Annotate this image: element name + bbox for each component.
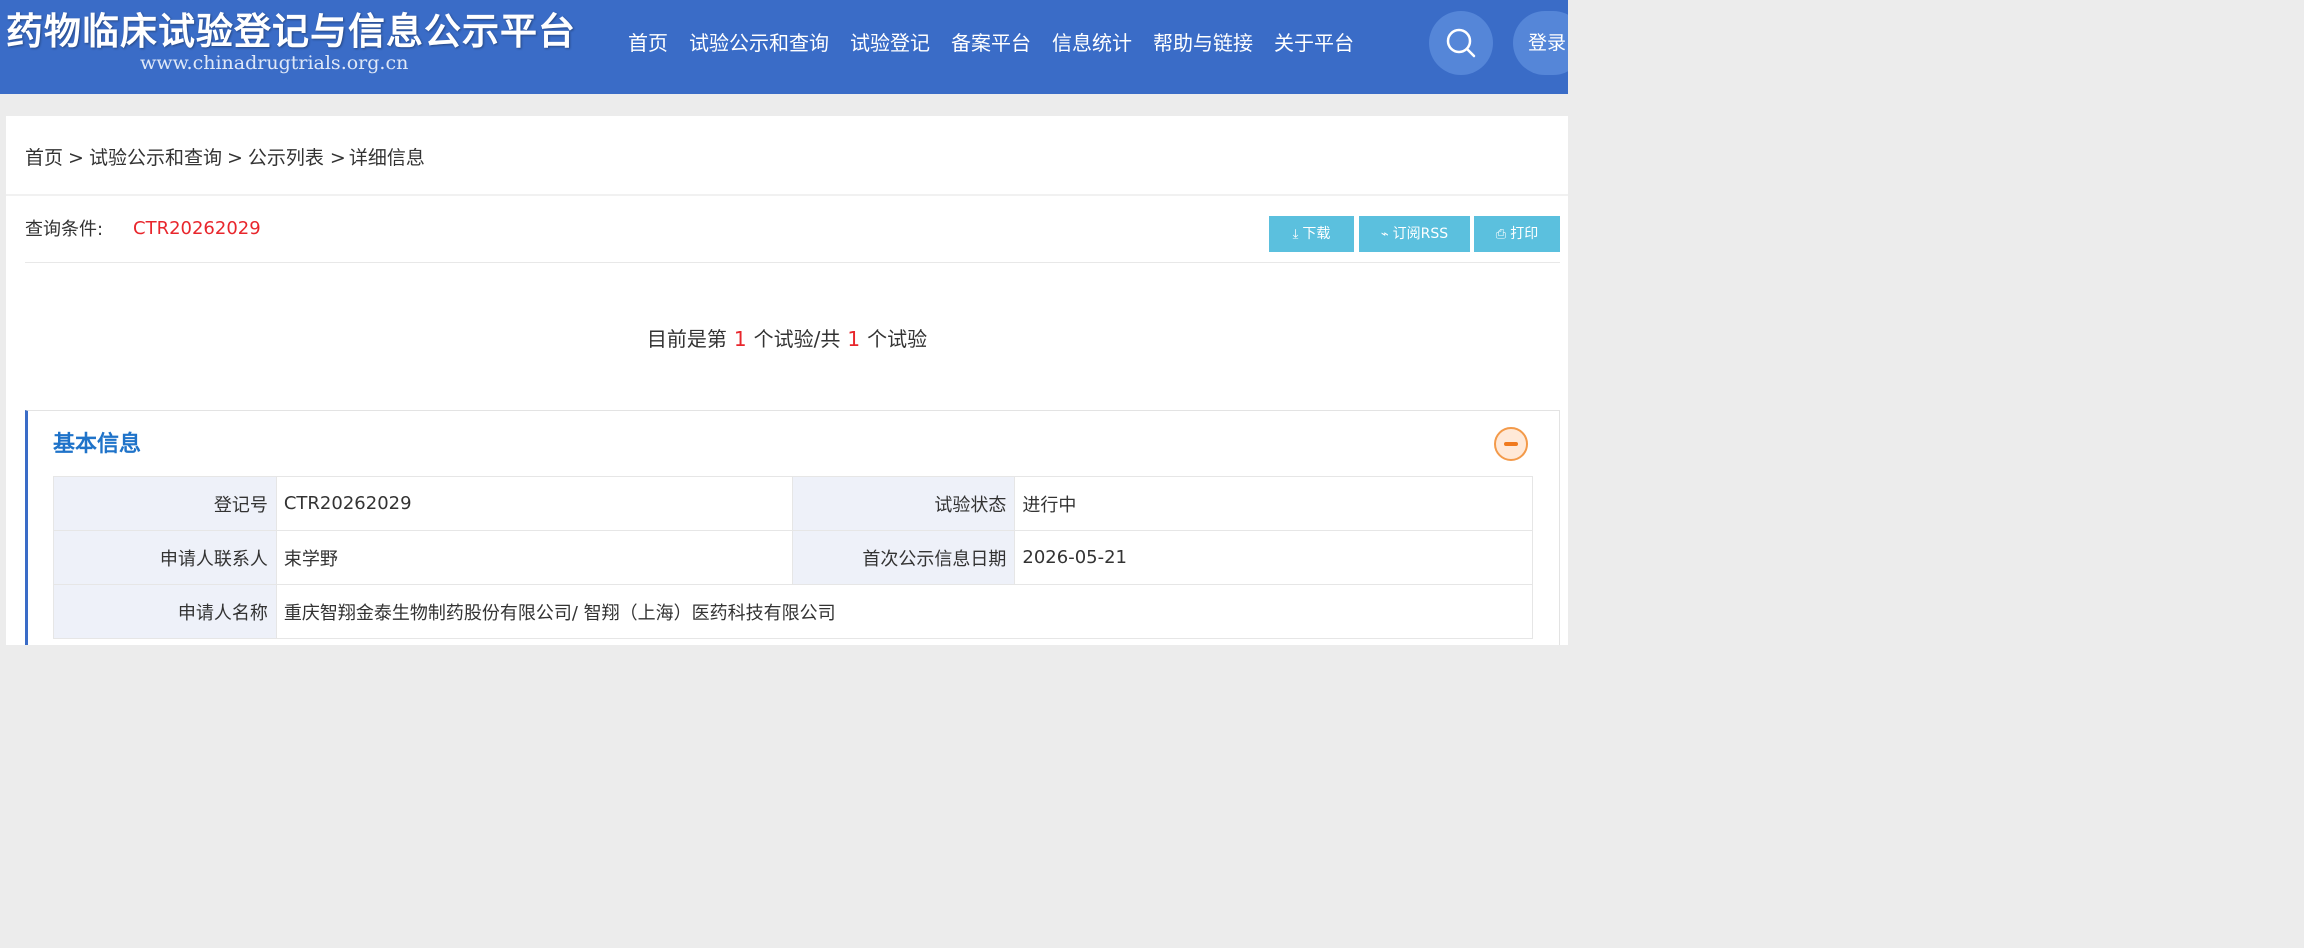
search-icon xyxy=(1446,28,1476,58)
field-label: 试验状态 xyxy=(792,476,1016,531)
site-title: 药物临床试验登记与信息公示平台 xyxy=(6,10,576,53)
print-button[interactable]: ⎙ 打印 xyxy=(1474,216,1560,252)
table-row: 登记号 CTR20262029 试验状态 进行中 xyxy=(53,476,1533,531)
collapse-button[interactable] xyxy=(1494,427,1528,461)
breadcrumb-separator: > xyxy=(68,147,84,169)
table-row: 申请人联系人 束学野 首次公示信息日期 2026-05-21 xyxy=(53,530,1533,585)
field-value: 进行中 xyxy=(1014,476,1533,531)
rss-subscribe-button[interactable]: ⌁ 订阅RSS xyxy=(1359,216,1470,252)
field-value: CTR20262029 xyxy=(275,476,794,531)
counter-total: 1 xyxy=(847,327,861,351)
nav-item-trial-query[interactable]: 试验公示和查询 xyxy=(689,28,829,58)
site-logo[interactable]: 药物临床试验登记与信息公示平台 www.chinadrugtrials.org.… xyxy=(6,10,576,74)
query-condition-label: 查询条件: xyxy=(25,219,104,240)
divider xyxy=(6,194,1568,196)
minus-circle-icon xyxy=(1504,442,1518,446)
breadcrumb-separator: > xyxy=(329,147,346,169)
rss-label: 订阅RSS xyxy=(1392,226,1449,242)
download-label: 下载 xyxy=(1302,226,1331,242)
download-icon: ⤓ xyxy=(1292,227,1299,242)
section-title: 基本信息 xyxy=(53,432,142,457)
counter-suffix: 个试验 xyxy=(867,327,928,351)
nav-item-about[interactable]: 关于平台 xyxy=(1274,28,1354,58)
breadcrumb-trial-query[interactable]: 试验公示和查询 xyxy=(89,147,222,169)
counter-prefix: 目前是第 xyxy=(646,327,727,351)
field-label: 申请人名称 xyxy=(53,584,277,639)
breadcrumb-current: 详细信息 xyxy=(348,147,425,169)
field-label: 登记号 xyxy=(53,476,277,531)
search-button[interactable] xyxy=(1429,11,1493,75)
site-header: 药物临床试验登记与信息公示平台 www.chinadrugtrials.org.… xyxy=(0,0,1568,94)
field-value: 重庆智翔金泰生物制药股份有限公司/ 智翔（上海）医药科技有限公司 xyxy=(275,584,1534,639)
breadcrumb: 首页 > 试验公示和查询 > 公示列表 > 详细信息 xyxy=(25,145,425,171)
nav-item-trial-registration[interactable]: 试验登记 xyxy=(850,28,930,58)
main-nav: 首页 试验公示和查询 试验登记 备案平台 信息统计 帮助与链接 关于平台 xyxy=(628,28,1375,58)
field-label: 申请人联系人 xyxy=(53,530,277,585)
download-button[interactable]: ⤓ 下载 xyxy=(1269,216,1354,252)
field-value: 束学野 xyxy=(275,530,794,585)
trial-counter: 目前是第 1 个试验/共 1 个试验 xyxy=(6,325,1568,353)
field-value: 2026-05-21 xyxy=(1014,530,1533,585)
counter-current: 1 xyxy=(733,327,747,351)
field-label: 首次公示信息日期 xyxy=(792,530,1016,585)
print-icon: ⎙ xyxy=(1495,227,1507,242)
login-button[interactable]: 登录 xyxy=(1513,11,1568,75)
nav-item-filing-platform[interactable]: 备案平台 xyxy=(951,28,1031,58)
divider xyxy=(25,262,1560,263)
basic-info-table: 登记号 CTR20262029 试验状态 进行中 申请人联系人 束学野 首次公示… xyxy=(53,476,1534,639)
nav-item-home[interactable]: 首页 xyxy=(628,28,668,58)
nav-item-help-links[interactable]: 帮助与链接 xyxy=(1153,28,1253,58)
counter-middle: 个试验/共 xyxy=(753,327,841,351)
main-content: 首页 > 试验公示和查询 > 公示列表 > 详细信息 查询条件: CTR20262029 ⤓… xyxy=(6,116,1568,645)
nav-item-statistics[interactable]: 信息统计 xyxy=(1052,28,1132,58)
table-row: 申请人名称 重庆智翔金泰生物制药股份有限公司/ 智翔（上海）医药科技有限公司 xyxy=(53,584,1534,639)
breadcrumb-separator: > xyxy=(226,147,243,169)
breadcrumb-list[interactable]: 公示列表 xyxy=(248,147,324,169)
site-url: www.chinadrugtrials.org.cn xyxy=(140,52,409,74)
query-condition-value: CTR20262029 xyxy=(133,218,261,239)
basic-info-section: 基本信息 登记号 CTR20262029 试验状态 进行中 申请人联系人 束学野… xyxy=(25,410,1560,645)
print-label: 打印 xyxy=(1510,226,1539,242)
rss-icon: ⌁ xyxy=(1380,227,1389,242)
breadcrumb-home[interactable]: 首页 xyxy=(25,147,63,169)
